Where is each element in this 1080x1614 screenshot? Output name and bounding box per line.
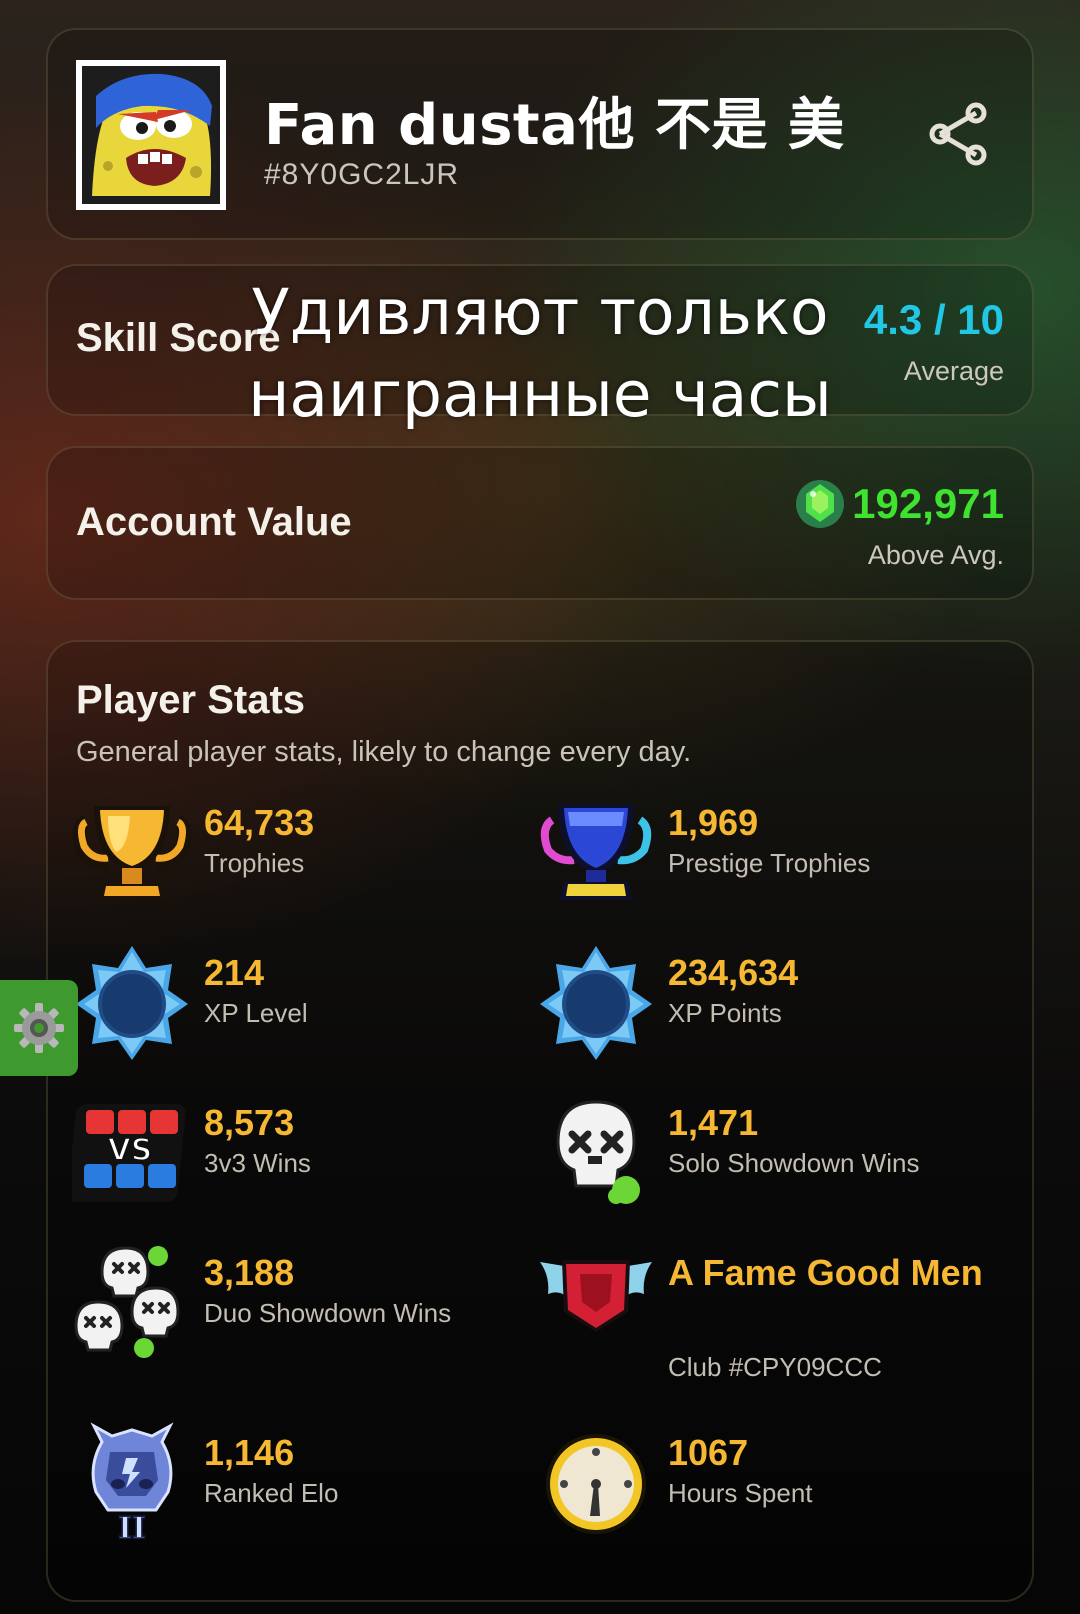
stat-trophies[interactable]: 64,733 Trophies xyxy=(72,792,532,912)
stat-club-tag: Club #CPY09CCC xyxy=(668,1352,882,1382)
stat-prestige-trophies[interactable]: 1,969 Prestige Trophies xyxy=(536,792,996,912)
player-stats-card: Player Stats General player stats, likel… xyxy=(46,640,1034,1602)
stat-trophies-value: 64,733 xyxy=(204,802,315,843)
account-value-rating: Above Avg. xyxy=(867,540,1004,570)
ranked-mask-icon: II xyxy=(90,1422,174,1542)
stat-3v3-wins[interactable]: VS 8,573 3v3 Wins xyxy=(72,1092,532,1212)
stat-xp-level-label: XP Level xyxy=(204,998,308,1028)
account-value-number: 192,971 xyxy=(852,480,1004,527)
stat-ranked-elo[interactable]: II 1,146 Ranked Elo xyxy=(72,1422,532,1542)
account-value: 192,971 xyxy=(794,478,1004,530)
player-stats-description: General player stats, likely to change e… xyxy=(76,736,692,768)
vs-icon: VS xyxy=(72,1104,186,1202)
stat-duo-showdown-wins-value: 3,188 xyxy=(204,1252,295,1293)
share-icon xyxy=(929,102,987,166)
profile-card: Fan dusta他 不是 美 #8Y0GC2LJR xyxy=(46,28,1034,240)
player-tag[interactable]: #8Y0GC2LJR xyxy=(264,158,459,192)
skill-score-value: 4.3 / 10 xyxy=(863,296,1004,343)
stat-solo-showdown-wins-label: Solo Showdown Wins xyxy=(668,1148,920,1178)
overlay-caption: Удивляют только наигранные часы xyxy=(200,272,880,436)
stat-xp-points-value: 234,634 xyxy=(668,952,799,993)
xp-star-icon xyxy=(76,946,188,1060)
stat-solo-showdown-wins[interactable]: 1,471 Solo Showdown Wins xyxy=(536,1092,996,1212)
stat-hours-spent-value: 1067 xyxy=(668,1432,749,1473)
stat-club-name: A Fame Good Men xyxy=(668,1252,983,1293)
stat-3v3-wins-value: 8,573 xyxy=(204,1102,295,1143)
stat-xp-level[interactable]: 214 XP Level xyxy=(72,942,532,1062)
stat-prestige-trophies-label: Prestige Trophies xyxy=(668,848,871,878)
account-value-card[interactable]: Account Value 192,971 Above Avg. xyxy=(46,446,1034,600)
stat-club[interactable]: A Fame Good Men Club #CPY09CCC xyxy=(536,1242,996,1402)
share-button[interactable] xyxy=(918,94,998,174)
club-badge-icon xyxy=(540,1260,652,1332)
svg-text:II: II xyxy=(118,1511,146,1542)
stat-xp-points[interactable]: 234,634 XP Points xyxy=(536,942,996,1062)
stat-duo-showdown-wins[interactable]: 3,188 Duo Showdown Wins xyxy=(72,1242,532,1362)
account-value-label: Account Value xyxy=(76,500,352,544)
avatar-image xyxy=(82,66,220,204)
stat-duo-showdown-wins-label: Duo Showdown Wins xyxy=(204,1298,452,1328)
stat-xp-level-value: 214 xyxy=(204,952,265,993)
skulls-icon xyxy=(74,1246,180,1358)
stat-ranked-elo-value: 1,146 xyxy=(204,1432,295,1473)
stat-prestige-trophies-value: 1,969 xyxy=(668,802,759,843)
overlay-caption-line-1: Удивляют только xyxy=(251,276,829,349)
prestige-trophy-icon xyxy=(540,804,652,900)
clock-icon xyxy=(546,1434,646,1534)
avatar[interactable] xyxy=(76,60,226,210)
gear-icon xyxy=(14,1003,64,1053)
stat-3v3-wins-label: 3v3 Wins xyxy=(204,1148,311,1178)
stat-ranked-elo-label: Ranked Elo xyxy=(204,1478,339,1508)
stat-hours-spent-label: Hours Spent xyxy=(668,1478,813,1508)
stat-trophies-label: Trophies xyxy=(204,848,305,878)
stat-solo-showdown-wins-value: 1,471 xyxy=(668,1102,759,1143)
svg-text:VS: VS xyxy=(108,1133,153,1168)
skull-icon xyxy=(556,1100,640,1204)
player-stats-title: Player Stats xyxy=(76,678,306,722)
player-name: Fan dusta他 不是 美 xyxy=(264,93,845,158)
skill-score-rating: Average xyxy=(903,356,1004,386)
trophy-icon xyxy=(72,806,192,900)
overlay-caption-line-2: наигранные часы xyxy=(248,358,832,431)
settings-button[interactable] xyxy=(0,980,78,1076)
xp-star-icon xyxy=(540,946,652,1060)
stat-xp-points-label: XP Points xyxy=(668,998,782,1028)
gem-icon xyxy=(796,480,845,528)
stat-hours-spent[interactable]: 1067 Hours Spent xyxy=(536,1422,996,1542)
